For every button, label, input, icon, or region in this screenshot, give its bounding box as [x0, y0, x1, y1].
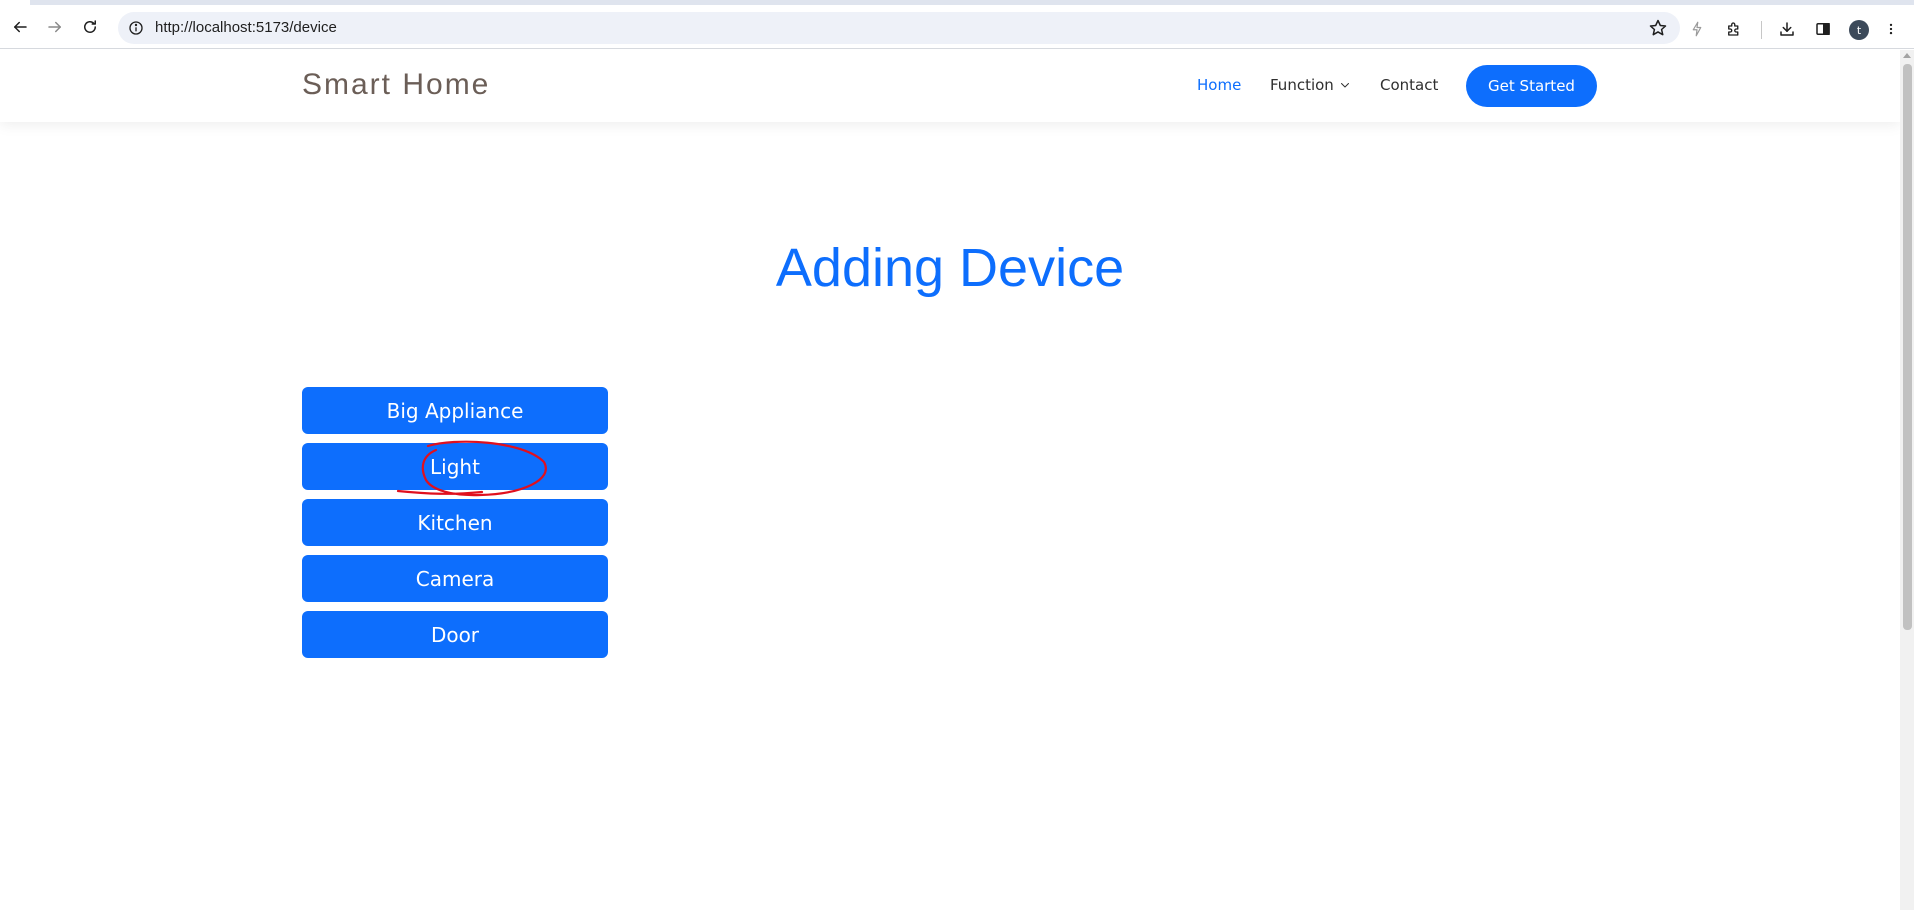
reload-icon: [84, 20, 96, 33]
arrow-right-icon: [48, 21, 61, 33]
lightning-icon: [1692, 21, 1702, 37]
get-started-button[interactable]: Get Started: [1466, 65, 1597, 107]
scrollbar-thumb[interactable]: [1903, 64, 1912, 630]
nav-home-link[interactable]: Home: [1197, 75, 1241, 95]
url-text[interactable]: http://localhost:5173/device: [155, 19, 337, 37]
nav-function-dropdown[interactable]: Function: [1270, 75, 1351, 95]
page-viewport: Smart Home Home Function Contact Get Sta…: [0, 50, 1900, 910]
brand-logo[interactable]: Smart Home: [302, 68, 490, 102]
browser-menu-button[interactable]: [1884, 18, 1898, 40]
browser-toolbar: http://localhost:5173/device t: [0, 5, 1914, 49]
extensions-button[interactable]: [1723, 18, 1745, 40]
device-category-list: Big Appliance Light Kitchen Camera Door: [302, 387, 608, 667]
performance-button[interactable]: [1686, 18, 1708, 40]
device-button-big-appliance[interactable]: Big Appliance: [302, 387, 608, 434]
forward-button[interactable]: [41, 13, 69, 41]
nav-function-label: Function: [1270, 76, 1334, 94]
reload-button[interactable]: [76, 13, 104, 41]
back-button[interactable]: [6, 13, 34, 41]
site-header: Smart Home Home Function Contact Get Sta…: [0, 50, 1900, 122]
page-title-text: Adding Device: [775, 238, 1125, 298]
puzzle-icon: [1728, 22, 1739, 36]
chevron-down-icon: [1340, 83, 1349, 88]
side-panel-button[interactable]: [1812, 18, 1834, 40]
page-title: Adding Device: [0, 236, 1900, 300]
device-button-door[interactable]: Door: [302, 611, 608, 658]
scroll-up-arrow[interactable]: [1903, 53, 1911, 58]
star-icon[interactable]: [1648, 18, 1668, 38]
kebab-menu-icon: [1889, 23, 1893, 35]
device-button-kitchen[interactable]: Kitchen: [302, 499, 608, 546]
info-icon[interactable]: [128, 20, 144, 36]
downloads-button[interactable]: [1776, 18, 1798, 40]
profile-avatar[interactable]: t: [1849, 20, 1869, 40]
download-icon: [1780, 22, 1794, 36]
device-button-camera[interactable]: Camera: [302, 555, 608, 602]
device-button-light[interactable]: Light: [302, 443, 608, 490]
side-panel-icon: [1816, 23, 1830, 35]
toolbar-divider: [1761, 21, 1762, 39]
address-bar[interactable]: http://localhost:5173/device: [118, 12, 1680, 44]
nav-contact-link[interactable]: Contact: [1380, 75, 1438, 95]
arrow-left-icon: [14, 21, 27, 33]
